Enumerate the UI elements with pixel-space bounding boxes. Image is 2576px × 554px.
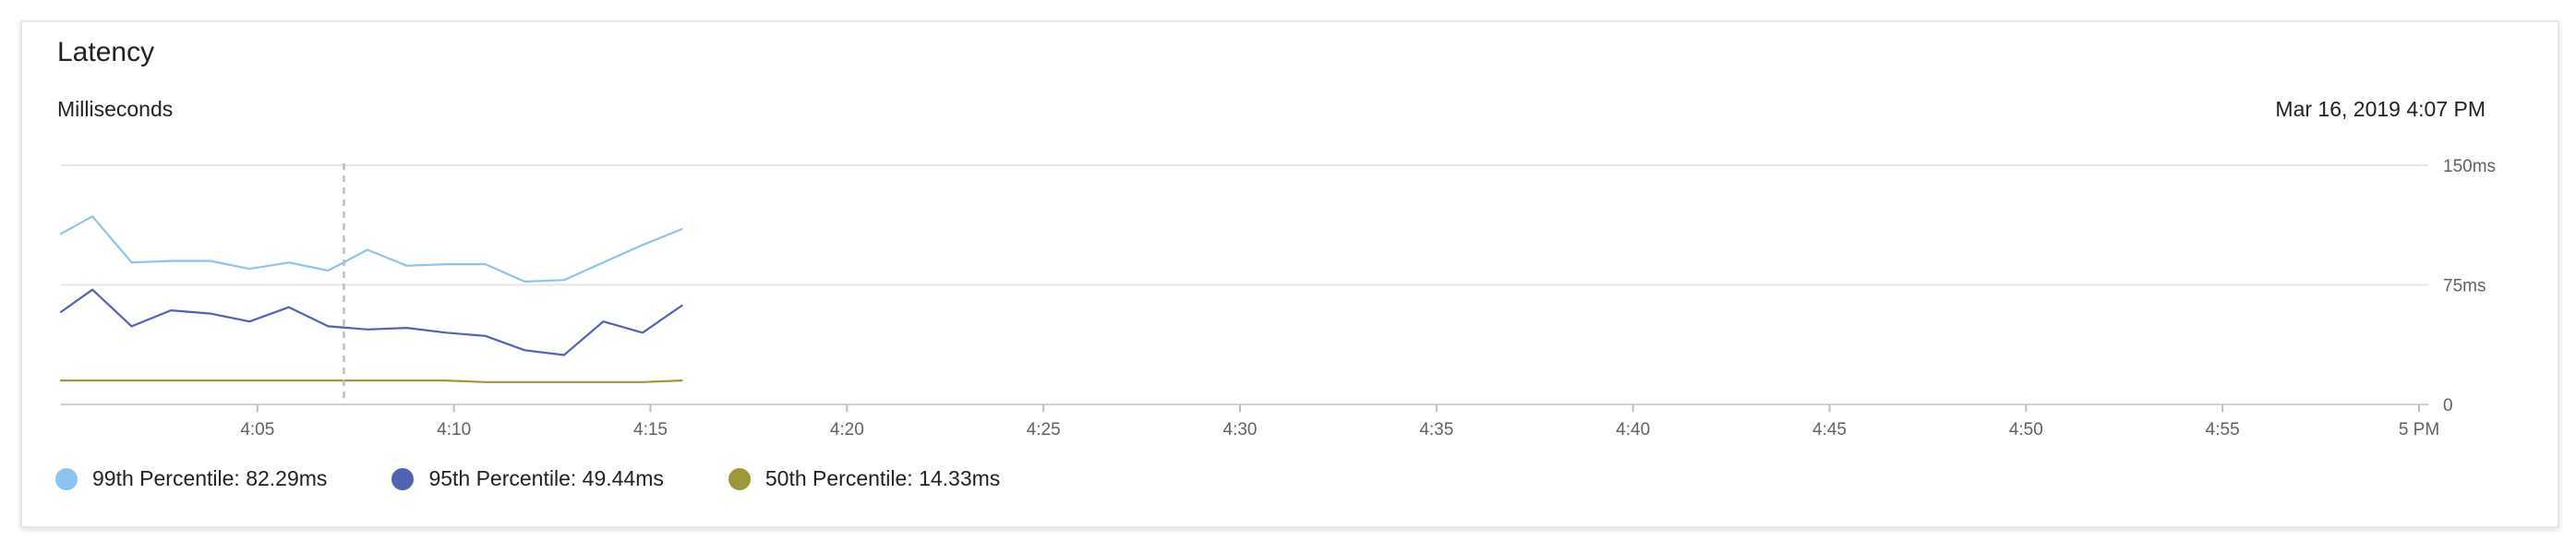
chart-legend: 99th Percentile: 82.29ms 95th Percentile… (55, 466, 1065, 491)
x-tick-label: 4:40 (1616, 420, 1650, 440)
x-tick-label: 4:15 (633, 420, 668, 440)
y-tick-label: 75ms (2443, 277, 2486, 296)
x-tick-label: 4:25 (1027, 420, 1061, 440)
legend-swatch-p50 (728, 467, 751, 490)
legend-label-p99: 99th Percentile: 82.29ms (92, 466, 328, 490)
legend-swatch-p95 (391, 467, 415, 490)
legend-item-p99[interactable]: 99th Percentile: 82.29ms (55, 466, 327, 491)
x-tick-label: 4:10 (437, 420, 471, 440)
y-tick-label: 0 (2443, 396, 2453, 416)
x-tick-label: 5 PM (2399, 420, 2439, 440)
x-tick-label: 4:30 (1223, 420, 1258, 440)
x-tick-label: 4:45 (1812, 420, 1847, 440)
series-line-p99 (59, 215, 683, 283)
legend-label-p95: 95th Percentile: 49.44ms (428, 466, 664, 490)
legend-label-p50: 50th Percentile: 14.33ms (764, 466, 1001, 490)
x-tick-label: 4:50 (2009, 420, 2043, 440)
x-tick-label: 4:20 (830, 420, 864, 440)
series-line-p95 (59, 288, 683, 356)
legend-item-p50[interactable]: 50th Percentile: 14.33ms (728, 466, 1000, 491)
x-tick-label: 4:55 (2206, 420, 2240, 440)
legend-item-p95[interactable]: 95th Percentile: 49.44ms (391, 466, 664, 491)
legend-swatch-p99 (55, 467, 78, 490)
x-tick-label: 4:05 (240, 420, 274, 440)
series-line-p50 (59, 379, 683, 383)
x-tick-label: 4:35 (1419, 420, 1453, 440)
y-tick-label: 150ms (2443, 157, 2496, 176)
